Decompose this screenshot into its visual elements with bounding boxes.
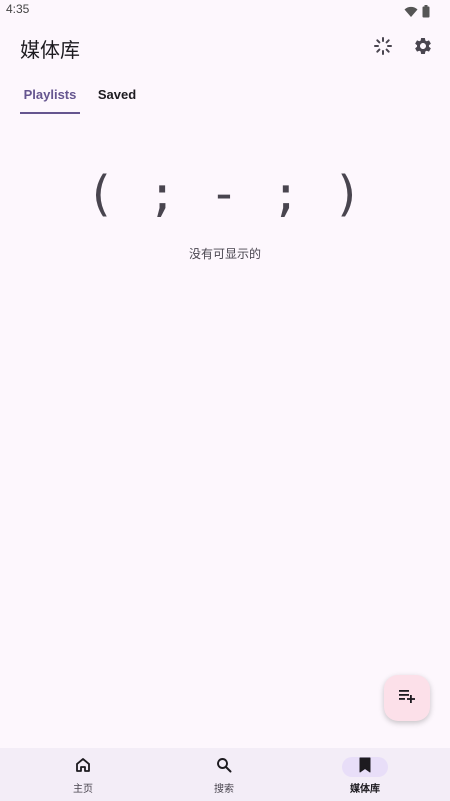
- nav-pill-home: [60, 757, 106, 777]
- search-icon: [216, 757, 232, 777]
- nav-item-home[interactable]: 主页: [19, 748, 169, 801]
- tab-playlists[interactable]: Playlists: [20, 76, 80, 113]
- settings-button[interactable]: [411, 36, 435, 60]
- sync-button[interactable]: [371, 36, 395, 60]
- bottom-nav: 主页 搜索 媒体库: [0, 748, 450, 801]
- status-time: 4:35: [6, 2, 30, 16]
- tab-saved[interactable]: Saved: [92, 76, 142, 113]
- status-bar: 4:35: [0, 0, 450, 20]
- home-icon: [75, 757, 91, 777]
- add-playlist-button[interactable]: [384, 675, 430, 721]
- playlist-add-icon: [397, 686, 417, 710]
- settings-icon: [413, 36, 433, 60]
- nav-item-library[interactable]: 媒体库: [301, 748, 450, 801]
- tab-bar: Playlists Saved: [0, 76, 450, 114]
- status-icons: [404, 3, 430, 22]
- nav-label-search: 搜索: [214, 784, 234, 795]
- library-icon: [358, 757, 372, 777]
- wifi-icon: [404, 3, 418, 22]
- nav-pill-search: [201, 757, 247, 777]
- nav-item-search[interactable]: 搜索: [160, 748, 310, 801]
- nav-label-home: 主页: [73, 784, 93, 795]
- sync-icon: [373, 36, 393, 60]
- nav-pill-library: [342, 757, 388, 777]
- page-title: 媒体库: [20, 38, 80, 62]
- battery-icon: [422, 3, 430, 22]
- nav-label-library: 媒体库: [350, 784, 380, 795]
- empty-state-face: ( ; - ; ): [85, 166, 365, 222]
- tab-indicator: [20, 112, 80, 114]
- empty-state-message: 没有可显示的: [188, 247, 261, 261]
- app-bar: 媒体库: [0, 24, 450, 72]
